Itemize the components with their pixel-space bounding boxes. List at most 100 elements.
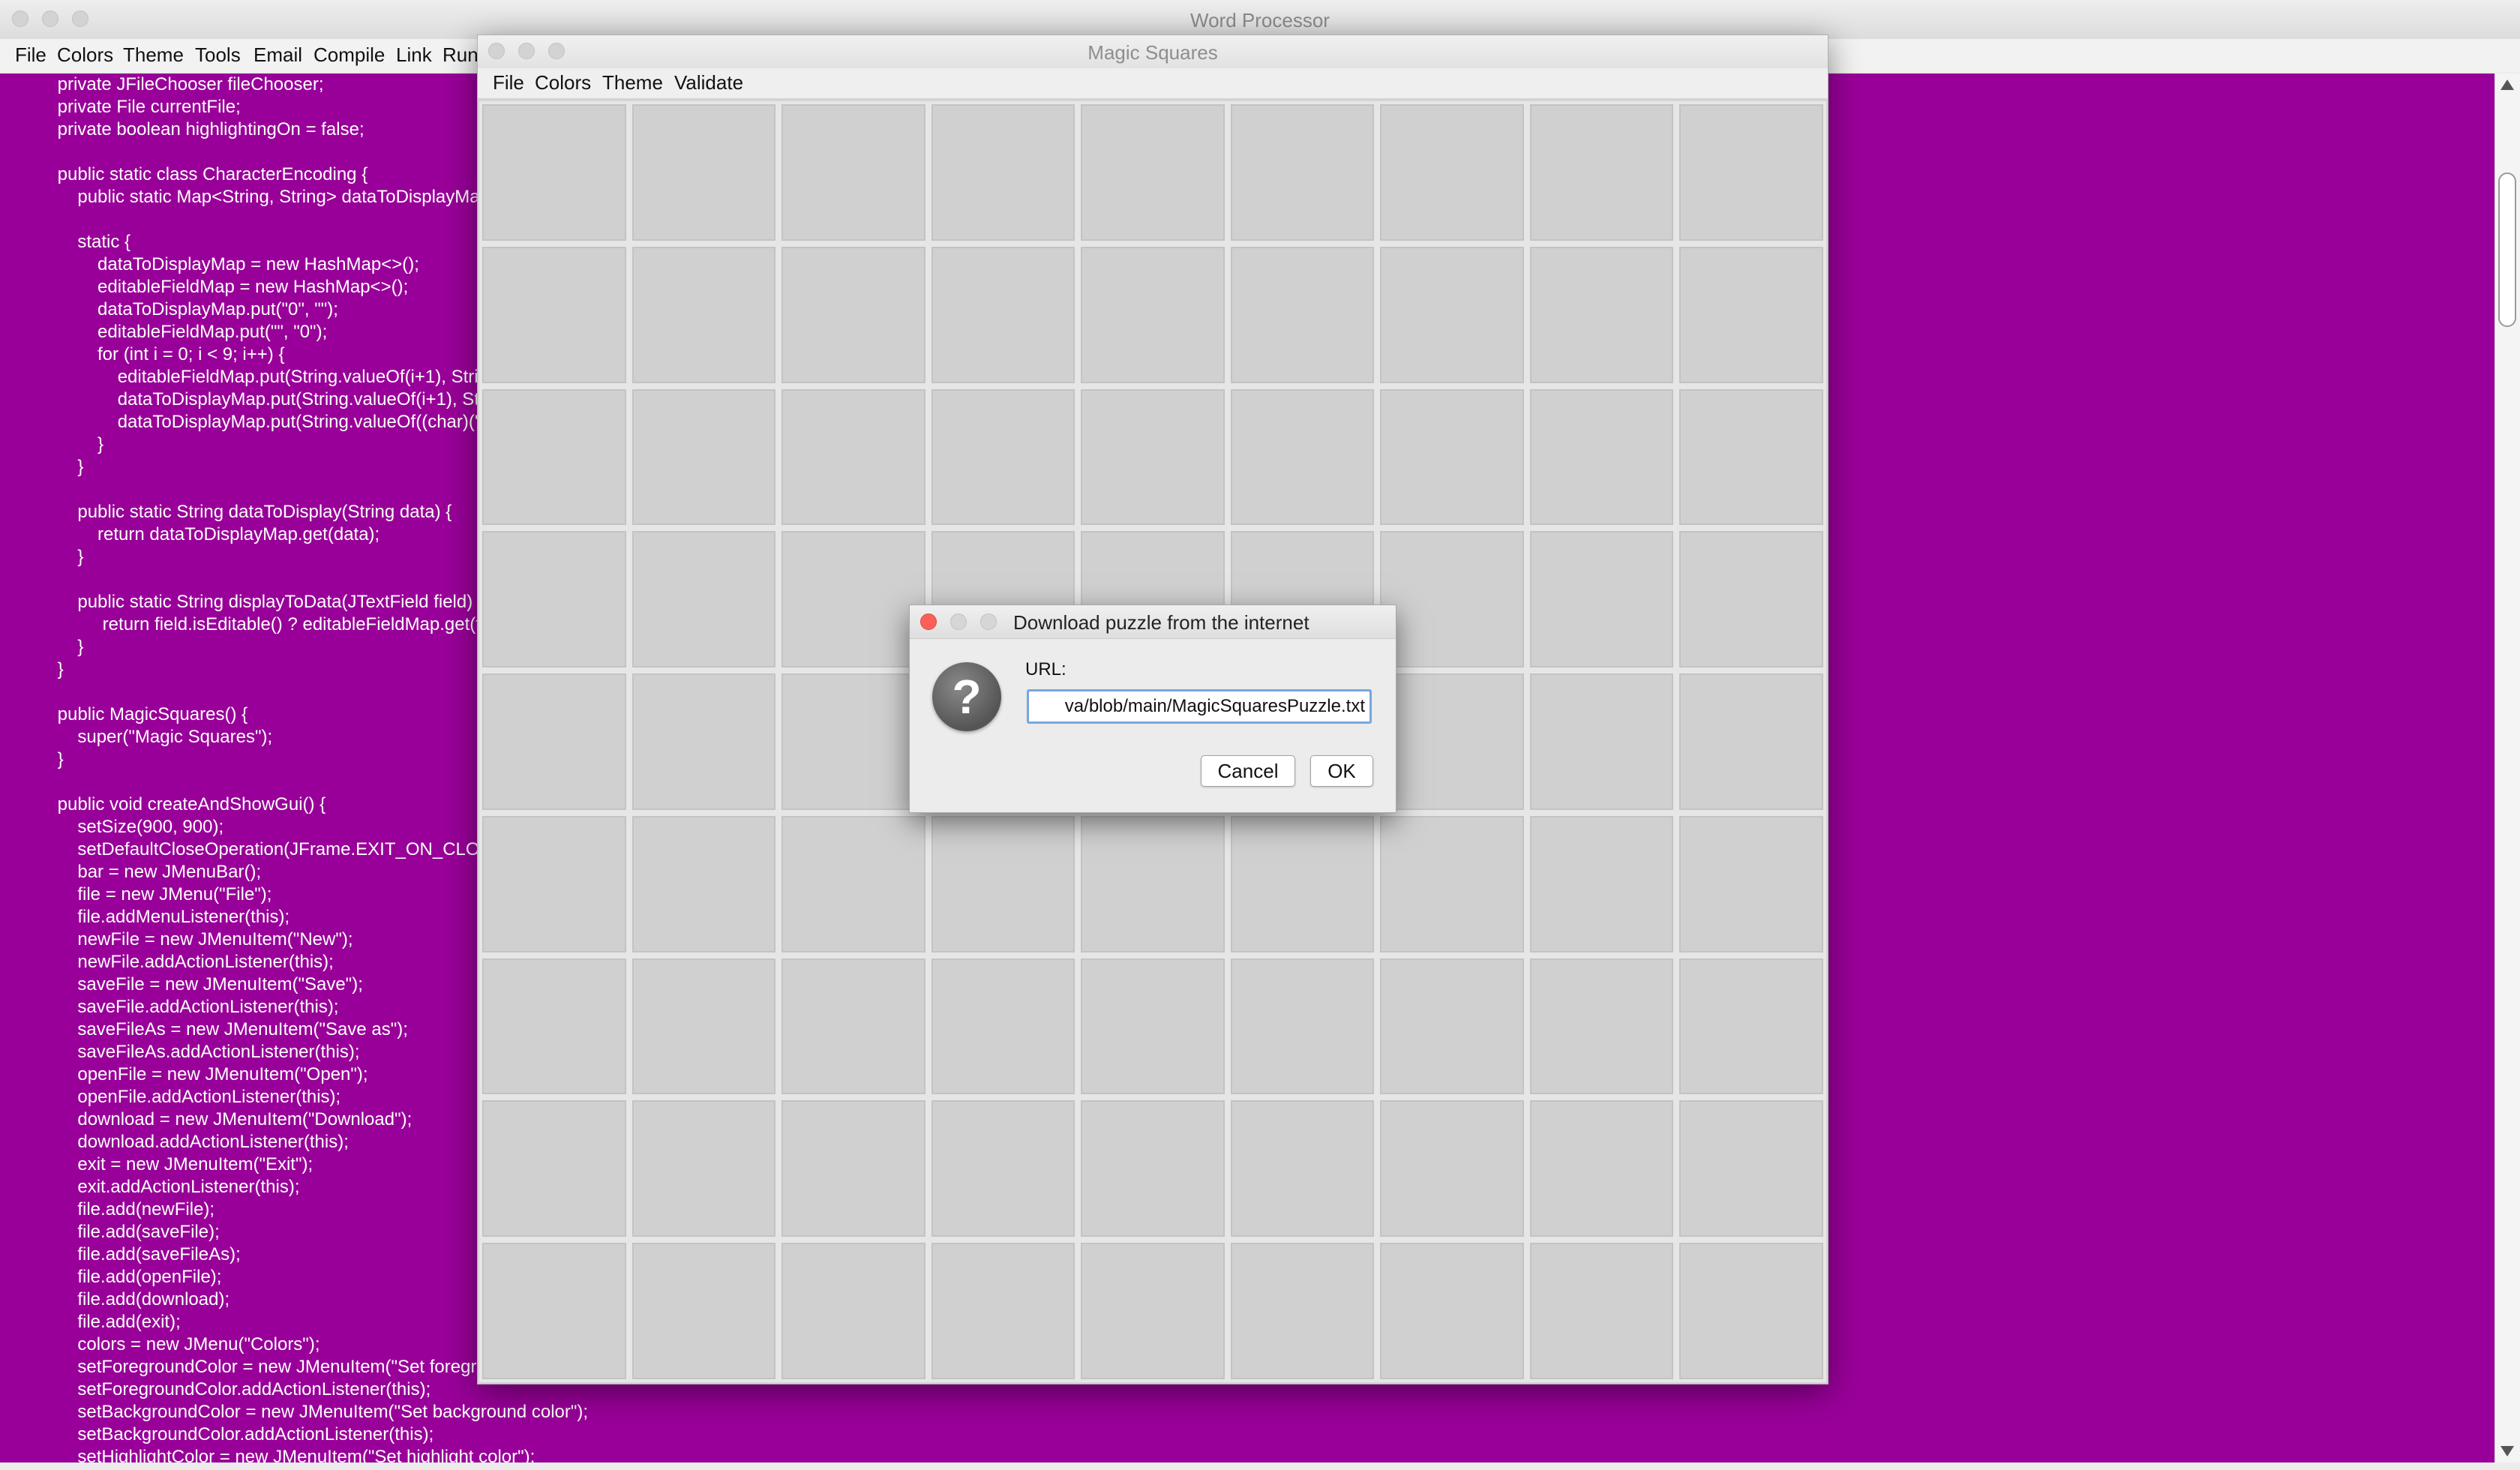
window-title: Word Processor — [1190, 9, 1330, 32]
grid-cell[interactable] — [482, 246, 626, 383]
grid-cell[interactable] — [1081, 388, 1225, 526]
grid-cell[interactable] — [1380, 531, 1524, 668]
grid-cell[interactable] — [1679, 958, 1823, 1095]
grid-cell[interactable] — [1230, 246, 1375, 383]
grid-cell[interactable] — [1529, 1100, 1674, 1238]
grid-cell[interactable] — [782, 531, 926, 668]
grid-cell[interactable] — [782, 104, 926, 241]
grid-cell[interactable] — [1081, 104, 1225, 241]
grid-cell[interactable] — [632, 246, 776, 383]
grid-cell[interactable] — [1679, 104, 1823, 241]
grid-cell[interactable] — [482, 958, 626, 1095]
grid-cell[interactable] — [782, 958, 926, 1095]
grid-cell[interactable] — [931, 815, 1076, 952]
grid-cell[interactable] — [1679, 1243, 1823, 1379]
cancel-button[interactable]: Cancel — [1201, 755, 1295, 787]
grid-cell[interactable] — [1230, 815, 1375, 952]
grid-cell[interactable] — [632, 674, 776, 810]
grid-cell[interactable] — [482, 104, 626, 241]
grid-cell[interactable] — [1081, 1243, 1225, 1379]
ok-button[interactable]: OK — [1310, 755, 1373, 787]
grid-cell[interactable] — [1230, 1100, 1375, 1238]
scroll-up-arrow-icon[interactable] — [2500, 80, 2514, 90]
grid-cell[interactable] — [632, 958, 776, 1095]
grid-cell[interactable] — [1529, 674, 1674, 810]
scrollbar-thumb[interactable] — [2498, 172, 2516, 327]
ms-menu-validate[interactable]: Validate — [674, 68, 743, 97]
grid-cell[interactable] — [1380, 674, 1524, 810]
menu-tools[interactable]: Tools — [195, 40, 241, 69]
grid-cell[interactable] — [1529, 531, 1674, 668]
menu-link[interactable]: Link — [396, 40, 432, 69]
grid-cell[interactable] — [782, 815, 926, 952]
grid-cell[interactable] — [632, 104, 776, 241]
grid-cell[interactable] — [1529, 815, 1674, 952]
grid-cell[interactable] — [632, 531, 776, 668]
grid-cell[interactable] — [1230, 1243, 1375, 1379]
grid-cell[interactable] — [782, 1243, 926, 1379]
grid-cell[interactable] — [931, 104, 1076, 241]
grid-cell[interactable] — [1679, 674, 1823, 810]
grid-cell[interactable] — [482, 674, 626, 810]
grid-cell[interactable] — [1529, 246, 1674, 383]
grid-cell[interactable] — [931, 958, 1076, 1095]
grid-cell[interactable] — [482, 1100, 626, 1238]
grid-cell[interactable] — [1679, 815, 1823, 952]
grid-cell[interactable] — [1380, 388, 1524, 526]
grid-cell[interactable] — [1081, 958, 1225, 1095]
vertical-scrollbar[interactable] — [2494, 74, 2520, 1462]
grid-cell[interactable] — [1529, 104, 1674, 241]
grid-cell[interactable] — [482, 388, 626, 526]
grid-cell[interactable] — [632, 1100, 776, 1238]
grid-cell[interactable] — [931, 1100, 1076, 1238]
grid-cell[interactable] — [1081, 1100, 1225, 1238]
grid-cell[interactable] — [482, 1243, 626, 1379]
grid-cell[interactable] — [1380, 1100, 1524, 1238]
ms-menu-theme[interactable]: Theme — [602, 68, 663, 97]
ms-menu-file[interactable]: File — [493, 68, 524, 97]
grid-cell[interactable] — [782, 246, 926, 383]
grid-cell[interactable] — [782, 1100, 926, 1238]
grid-cell[interactable] — [1679, 388, 1823, 526]
dialog-titlebar[interactable]: Download puzzle from the internet — [910, 605, 1396, 639]
menu-email[interactable]: Email — [254, 40, 302, 69]
grid-cell[interactable] — [1380, 1243, 1524, 1379]
grid-cell[interactable] — [1081, 246, 1225, 383]
grid-cell[interactable] — [1679, 246, 1823, 383]
grid-cell[interactable] — [1230, 958, 1375, 1095]
dialog-zoom-button — [980, 614, 997, 630]
menu-compile[interactable]: Compile — [314, 40, 385, 69]
grid-cell[interactable] — [1380, 958, 1524, 1095]
grid-cell[interactable] — [1081, 815, 1225, 952]
grid-cell[interactable] — [1529, 388, 1674, 526]
grid-cell[interactable] — [1230, 388, 1375, 526]
grid-cell[interactable] — [1380, 104, 1524, 241]
grid-cell[interactable] — [482, 531, 626, 668]
code-line: setBackgroundColor.addActionListener(thi… — [38, 1424, 434, 1444]
grid-cell[interactable] — [1380, 246, 1524, 383]
grid-cell[interactable] — [1380, 815, 1524, 952]
grid-cell[interactable] — [782, 388, 926, 526]
menu-run[interactable]: Run — [442, 40, 478, 69]
menu-colors[interactable]: Colors — [57, 40, 113, 69]
grid-cell[interactable] — [1529, 1243, 1674, 1379]
grid-cell[interactable] — [632, 815, 776, 952]
grid-cell[interactable] — [1679, 531, 1823, 668]
grid-cell[interactable] — [931, 388, 1076, 526]
grid-cell[interactable] — [1529, 958, 1674, 1095]
dialog-close-button[interactable] — [920, 614, 937, 630]
grid-cell[interactable] — [931, 246, 1076, 383]
grid-cell[interactable] — [931, 1243, 1076, 1379]
ms-menu-colors[interactable]: Colors — [535, 68, 591, 97]
grid-cell[interactable] — [482, 815, 626, 952]
menu-theme[interactable]: Theme — [123, 40, 184, 69]
grid-cell[interactable] — [1230, 104, 1375, 241]
scroll-down-arrow-icon[interactable] — [2500, 1446, 2514, 1456]
grid-cell[interactable] — [632, 1243, 776, 1379]
grid-cell[interactable] — [632, 388, 776, 526]
grid-cell[interactable] — [782, 674, 926, 810]
magic-squares-titlebar[interactable]: Magic Squares — [478, 35, 1828, 69]
grid-cell[interactable] — [1679, 1100, 1823, 1238]
url-input[interactable] — [1027, 689, 1372, 724]
menu-file[interactable]: File — [15, 40, 46, 69]
